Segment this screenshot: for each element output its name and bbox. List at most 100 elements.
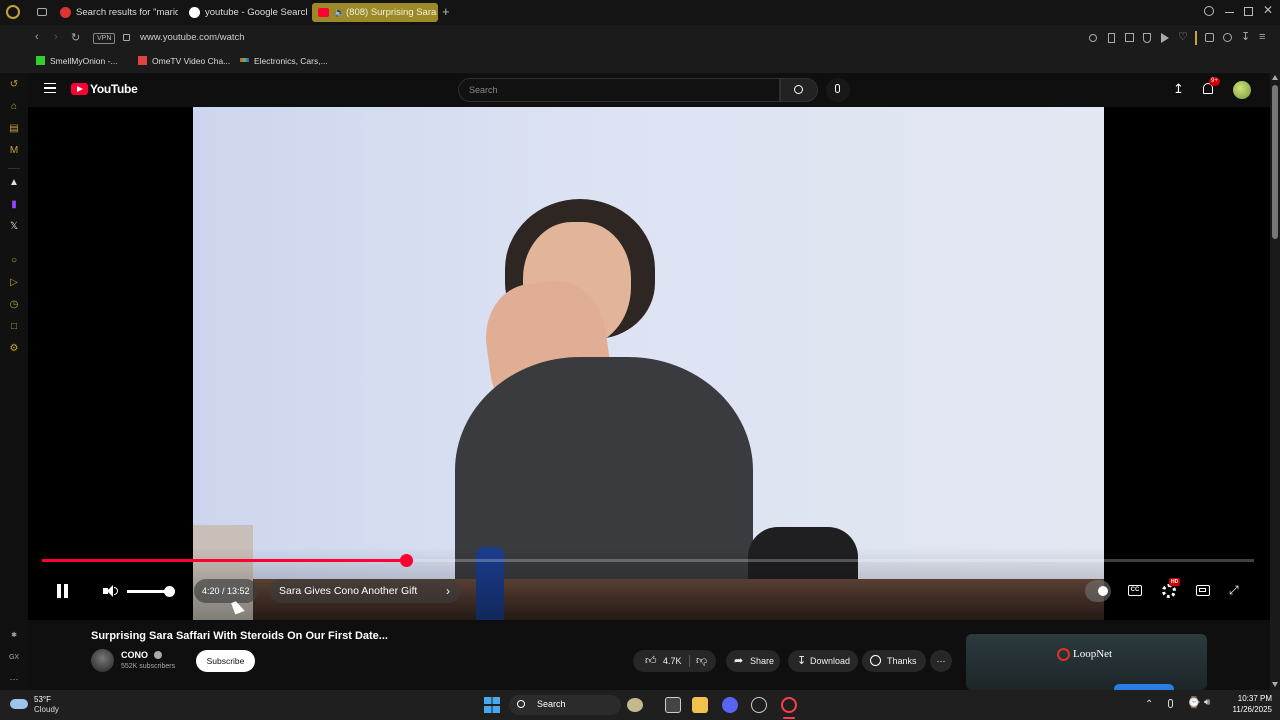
opera-logo-icon[interactable]	[6, 5, 20, 19]
bookmark-item[interactable]: SmellMyOnion -...	[36, 56, 118, 66]
download-button[interactable]: ↧ Download	[788, 650, 858, 672]
file-explorer-icon[interactable]	[692, 697, 708, 713]
start-button[interactable]	[484, 697, 500, 713]
avatar[interactable]	[1233, 81, 1251, 99]
aria-icon[interactable]: ↺	[8, 79, 20, 91]
theater-icon	[1199, 588, 1206, 592]
wallet-icon[interactable]: ▤	[8, 123, 20, 135]
snapshot-icon[interactable]	[1125, 33, 1134, 42]
weather-widget[interactable]: 53°F Cloudy	[10, 693, 100, 717]
tray-overflow-icon[interactable]: ⌃	[1145, 699, 1153, 710]
channel-name[interactable]: CONO	[121, 650, 162, 660]
back-icon[interactable]: ‹	[35, 31, 39, 43]
play-icon[interactable]	[1161, 33, 1169, 43]
minimize-button[interactable]	[1225, 12, 1234, 13]
subscribe-button[interactable]: Subscribe	[196, 650, 255, 672]
shield-icon[interactable]	[1143, 33, 1151, 43]
cube-icon[interactable]: □	[8, 321, 20, 333]
gx-label-icon[interactable]: GX	[8, 652, 20, 664]
history-icon[interactable]: ◷	[8, 299, 20, 311]
clock[interactable]: 10:37 PM 11/26/2025	[1222, 693, 1272, 715]
create-icon[interactable]: ↥	[1173, 81, 1184, 97]
task-view-icon[interactable]	[665, 697, 681, 713]
wifi-icon[interactable]: ⌚	[1187, 696, 1201, 709]
forward-icon[interactable]: ›	[54, 31, 58, 43]
video-bottle	[476, 547, 504, 620]
volume-tray-icon[interactable]: 🔊︎	[1204, 697, 1210, 708]
clock-date: 11/26/2025	[1232, 705, 1272, 714]
tab-youtube-video[interactable]: 🔈 (808) Surprising Sara	[312, 3, 438, 22]
scroll-down-icon[interactable]	[1272, 682, 1278, 687]
page-scrollbar[interactable]	[1270, 73, 1280, 690]
heart-icon[interactable]: ♡	[1178, 30, 1188, 43]
twitch-icon[interactable]: ▮	[8, 199, 20, 211]
like-button[interactable]: 👍︎ 4.7K	[641, 650, 686, 672]
settings-button[interactable]: HD	[1162, 578, 1181, 598]
theater-mode-button[interactable]	[1196, 585, 1210, 596]
new-tab-button[interactable]: +	[442, 4, 450, 19]
autoplay-toggle[interactable]	[1085, 580, 1111, 602]
more-icon[interactable]: ⋯	[8, 673, 20, 685]
volume-slider[interactable]	[127, 586, 175, 597]
scroll-up-icon[interactable]	[1272, 75, 1278, 80]
scrollbar-thumb[interactable]	[1272, 85, 1278, 239]
opera-gx-icon[interactable]	[781, 697, 797, 713]
messenger-icon[interactable]: M	[8, 145, 20, 157]
subtitles-button[interactable]: CC	[1128, 585, 1142, 596]
bookmark-favicon-icon	[138, 56, 147, 65]
voice-search-button[interactable]	[826, 78, 850, 102]
gx-icon[interactable]: ✱	[8, 630, 20, 642]
url-field[interactable]: www.youtube.com/watch	[140, 32, 245, 43]
microphone-icon[interactable]	[1168, 699, 1173, 708]
search-box[interactable]: Search	[458, 78, 780, 102]
video-player[interactable]: 4:20 / 13:52 Sara Gives Cono Another Gif…	[28, 107, 1270, 620]
thanks-button[interactable]: Thanks	[862, 650, 926, 672]
app-icon[interactable]: ▲	[8, 177, 20, 189]
tab-google-search[interactable]: youtube - Google Search	[185, 3, 307, 22]
more-actions-button[interactable]: ⋯	[930, 650, 952, 672]
search-input[interactable]: Search	[469, 85, 498, 95]
easy-setup-icon[interactable]: ≡	[1259, 31, 1265, 43]
speaker-icon[interactable]: 🔈	[334, 3, 345, 22]
download-icon[interactable]: ↧	[1241, 30, 1250, 43]
mute-button[interactable]	[103, 584, 119, 598]
browser-tab-bar: Search results for "mario youtube - Goog…	[0, 0, 1280, 25]
bookmark-item[interactable]: OmeTV Video Cha...	[138, 56, 230, 66]
home-icon[interactable]: ⌂	[8, 101, 20, 113]
share-icon: ➦	[734, 655, 744, 667]
bookmark-item[interactable]: Electronics, Cars,...	[240, 56, 328, 66]
dislike-button[interactable]: 👎︎	[693, 650, 713, 672]
share-button[interactable]: ➦ Share	[726, 650, 780, 672]
restore-button[interactable]	[1244, 7, 1253, 16]
bookmark-icon[interactable]	[1108, 33, 1115, 43]
send-icon[interactable]: ▷	[8, 277, 20, 289]
video-frame[interactable]	[193, 107, 1104, 620]
progress-scrubber-handle[interactable]	[399, 554, 413, 567]
close-window-button[interactable]: ✕	[1263, 3, 1273, 17]
clock-icon[interactable]: ○	[8, 255, 20, 267]
channel-avatar[interactable]	[91, 649, 114, 672]
zoom-icon[interactable]	[1089, 34, 1097, 42]
x-icon[interactable]: 𝕏	[8, 221, 20, 233]
settings-icon[interactable]: ⚙	[8, 343, 20, 355]
chapter-button[interactable]: Sara Gives Cono Another Gift ›	[269, 579, 461, 603]
pause-button[interactable]	[56, 583, 70, 599]
reload-icon[interactable]: ↻	[71, 31, 80, 44]
tab-search-results[interactable]: Search results for "mario	[56, 3, 178, 22]
fullscreen-button[interactable]: ⤢	[1229, 583, 1243, 597]
search-button[interactable]	[780, 78, 818, 102]
notifications-button[interactable]: 9+	[1201, 77, 1220, 97]
menu-icon[interactable]	[44, 83, 56, 93]
notification-badge: 9+	[1209, 77, 1220, 86]
ad-panel[interactable]: LoopNet	[966, 634, 1207, 690]
discord-icon[interactable]	[722, 697, 738, 713]
vpn-badge[interactable]: VPN	[93, 33, 116, 44]
account-icon[interactable]	[1223, 33, 1232, 42]
volume-handle[interactable]	[164, 586, 175, 597]
taskbar-search[interactable]: Search	[509, 695, 643, 715]
extensions-icon[interactable]	[1205, 33, 1214, 42]
app-icon[interactable]	[751, 697, 767, 713]
progress-bar[interactable]	[42, 554, 1254, 567]
tab-overview-icon[interactable]	[37, 8, 47, 16]
search-tabs-icon[interactable]	[1204, 6, 1214, 16]
